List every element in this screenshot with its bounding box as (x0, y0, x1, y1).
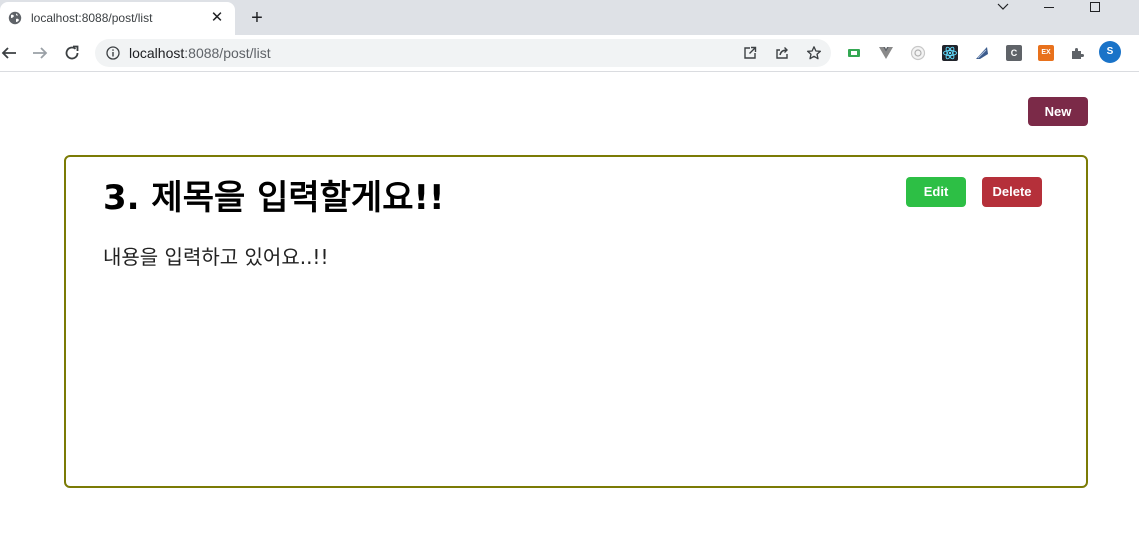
url-text[interactable]: localhost:8088/post/list (129, 45, 271, 61)
c-extension-icon[interactable]: C (1006, 45, 1022, 61)
tab-title: localhost:8088/post/list (31, 11, 153, 25)
browser-toolbar: localhost:8088/post/list C EX S (0, 35, 1139, 72)
maximize-icon (1090, 2, 1100, 12)
bookmark-star-icon[interactable] (806, 45, 822, 61)
puzzle-extensions-icon[interactable] (1070, 45, 1086, 61)
url-path: :8088/post/list (184, 45, 271, 61)
reload-icon (65, 45, 79, 60)
info-icon[interactable] (106, 46, 120, 60)
forward-arrow-icon (33, 47, 48, 59)
post-card: 3. 제목을 입력할게요!! 내용을 입력하고 있어요..!! Edit Del… (64, 155, 1088, 488)
vue-devtools-extension-icon[interactable] (878, 45, 894, 61)
url-host: localhost (129, 45, 185, 61)
new-post-button[interactable]: New (1028, 97, 1088, 126)
chevron-down-icon (997, 3, 1009, 10)
minimize-button[interactable] (1026, 0, 1072, 20)
tab-search-button[interactable] (980, 0, 1026, 20)
minimize-icon (1044, 7, 1054, 8)
address-bar[interactable]: localhost:8088/post/list (95, 39, 831, 67)
wing-extension-icon[interactable] (974, 45, 990, 61)
ex-extension-label: EX (1041, 49, 1051, 56)
post-content: 내용을 입력하고 있어요..!! (103, 245, 329, 269)
post-title: 3. 제목을 입력할게요!! (103, 178, 445, 218)
ex-extension-icon[interactable]: EX (1038, 45, 1054, 61)
globe-icon (8, 11, 22, 25)
back-arrow-icon (1, 47, 16, 59)
open-in-window-icon[interactable] (742, 45, 758, 61)
browser-tab[interactable]: localhost:8088/post/list ✕ (0, 2, 235, 35)
c-extension-label: C (1010, 48, 1018, 58)
forward-button[interactable] (30, 43, 50, 63)
new-tab-button[interactable]: + (247, 8, 267, 28)
maximize-button[interactable] (1072, 0, 1118, 20)
back-button[interactable] (0, 43, 20, 63)
react-devtools-extension-icon[interactable] (942, 45, 958, 61)
reload-button[interactable] (62, 43, 82, 63)
edit-button[interactable]: Edit (906, 177, 966, 207)
tab-strip: localhost:8088/post/list ✕ + (0, 0, 1139, 35)
green-screen-extension-icon[interactable] (846, 45, 862, 61)
profile-avatar[interactable]: S (1099, 41, 1121, 63)
close-tab-icon[interactable]: ✕ (209, 10, 225, 26)
circle-extension-icon[interactable] (910, 45, 926, 61)
share-icon[interactable] (774, 45, 790, 61)
delete-button[interactable]: Delete (982, 177, 1042, 207)
